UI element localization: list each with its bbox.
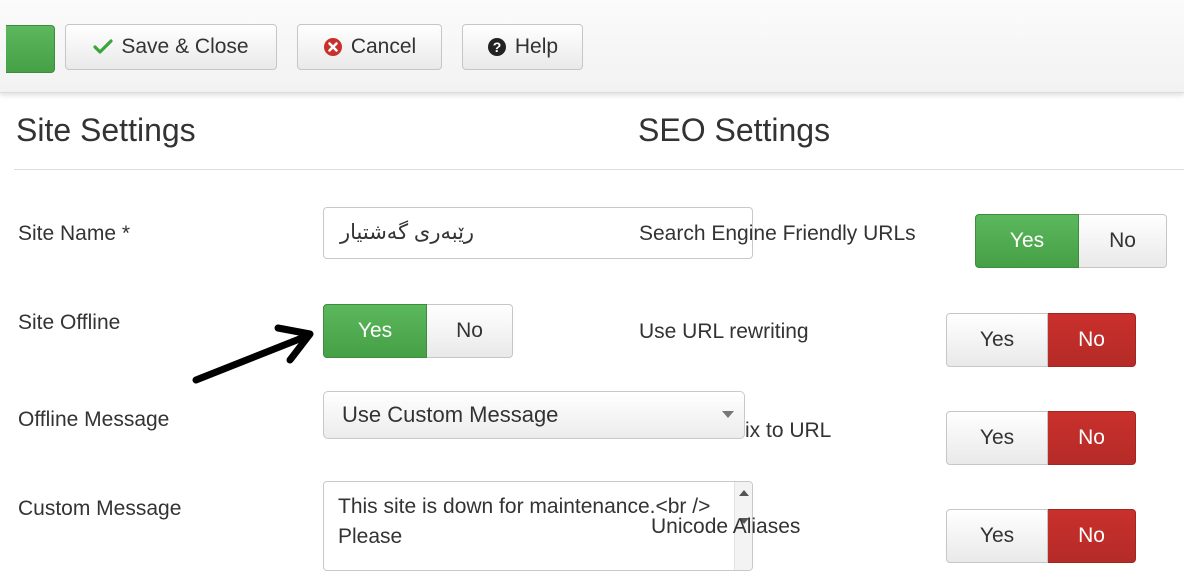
- seo-settings-heading: SEO Settings: [638, 112, 831, 148]
- site-name-value: رێبەری گەشتیار: [340, 221, 475, 244]
- cancel-circle-icon: [323, 37, 343, 57]
- unicode-aliases-label: Unicode Aliases: [651, 515, 801, 538]
- offline-message-select[interactable]: Use Custom Message: [323, 391, 745, 439]
- suffix-no[interactable]: No: [1048, 411, 1136, 465]
- save-close-label: Save & Close: [121, 35, 249, 58]
- site-settings-heading: Site Settings: [16, 112, 196, 148]
- sef-urls-no[interactable]: No: [1079, 214, 1167, 268]
- suffix-yes[interactable]: Yes: [946, 411, 1048, 465]
- url-rewriting-toggle: Yes No: [946, 313, 1136, 367]
- help-circle-icon: ?: [487, 37, 507, 57]
- unicode-aliases-no[interactable]: No: [1048, 509, 1136, 563]
- suffix-toggle: Yes No: [946, 411, 1136, 465]
- site-offline-label: Site Offline: [18, 311, 121, 334]
- save-button[interactable]: [6, 25, 55, 73]
- unicode-aliases-yes[interactable]: Yes: [946, 509, 1048, 563]
- suffix-label: ix to URL: [745, 419, 832, 442]
- toolbar: Save & Close Cancel ? Help: [0, 0, 1184, 93]
- cancel-label: Cancel: [350, 35, 417, 58]
- url-rewriting-label: Use URL rewriting: [639, 320, 809, 343]
- url-rewriting-no[interactable]: No: [1048, 313, 1136, 367]
- url-rewriting-yes[interactable]: Yes: [946, 313, 1048, 367]
- cancel-button[interactable]: Cancel: [297, 24, 442, 70]
- site-offline-no[interactable]: No: [427, 304, 513, 358]
- custom-message-label: Custom Message: [18, 497, 182, 520]
- arrow-icon: [192, 324, 314, 384]
- site-offline-toggle: Yes No: [323, 304, 513, 358]
- site-name-label: Site Name *: [18, 222, 131, 245]
- site-offline-yes[interactable]: Yes: [323, 304, 427, 358]
- sef-urls-yes[interactable]: Yes: [975, 214, 1079, 268]
- scroll-up-icon[interactable]: [739, 490, 749, 496]
- offline-message-value: Use Custom Message: [342, 402, 559, 427]
- check-icon: [93, 39, 113, 55]
- help-button[interactable]: ? Help: [462, 24, 583, 70]
- sef-urls-toggle: Yes No: [975, 214, 1167, 268]
- svg-text:?: ?: [493, 39, 502, 55]
- sef-urls-label: Search Engine Friendly URLs: [639, 222, 916, 245]
- help-label: Help: [514, 35, 559, 58]
- unicode-aliases-toggle: Yes No: [946, 509, 1136, 563]
- divider: [14, 169, 1184, 170]
- chevron-down-icon: [722, 411, 734, 418]
- save-close-button[interactable]: Save & Close: [65, 24, 277, 70]
- offline-message-label: Offline Message: [18, 408, 170, 431]
